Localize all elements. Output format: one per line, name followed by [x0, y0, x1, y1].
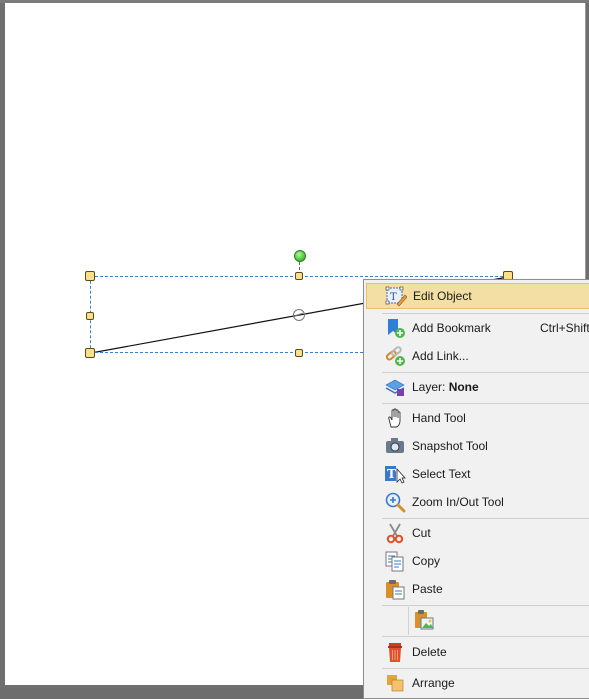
trash-icon — [383, 640, 407, 664]
menu-item-arrange[interactable]: Arrange — [366, 670, 589, 696]
copy-icon — [383, 549, 407, 573]
menu-separator — [382, 636, 589, 637]
menu-item-cut[interactable]: Cut — [366, 520, 589, 546]
menu-item-label: Zoom In/Out Tool — [412, 495, 504, 509]
menu-item-hand-tool[interactable]: Hand Tool — [366, 405, 589, 431]
add-link-icon — [383, 344, 407, 368]
camera-icon — [383, 434, 407, 458]
scissors-icon — [383, 521, 407, 545]
menu-item-label: Delete — [412, 645, 447, 659]
menu-separator — [382, 518, 589, 519]
submenu-divider — [408, 607, 409, 635]
menu-separator — [382, 403, 589, 404]
resize-handle-top[interactable] — [295, 272, 303, 280]
paste-icon — [383, 577, 407, 601]
menu-separator — [382, 313, 589, 314]
center-point-icon — [293, 309, 305, 321]
menu-item-layer[interactable]: Layer: None — [366, 374, 589, 400]
menu-item-shortcut: Ctrl+Shift — [540, 321, 589, 335]
menu-item-add-link[interactable]: Add Link... — [366, 343, 589, 369]
menu-item-label: Cut — [412, 526, 431, 540]
menu-item-label: Snapshot Tool — [412, 439, 488, 453]
select-text-icon: T — [383, 462, 407, 486]
paste-image-icon — [412, 608, 436, 632]
menu-item-paste[interactable]: Paste — [366, 576, 589, 602]
layer-label-value: None — [448, 380, 479, 394]
context-menu: T Edit Object Add Bookmark Ctrl+Shift Ad… — [363, 279, 589, 699]
arrange-icon — [383, 671, 407, 695]
menu-item-select-text[interactable]: T Select Text — [366, 461, 589, 487]
menu-item-paste-image[interactable] — [366, 607, 589, 633]
menu-item-label: Paste — [412, 582, 443, 596]
resize-handle-bottom-left[interactable] — [85, 348, 95, 358]
rotate-handle[interactable] — [294, 250, 306, 262]
menu-item-snapshot-tool[interactable]: Snapshot Tool — [366, 433, 589, 459]
edit-object-icon: T — [384, 284, 408, 308]
menu-item-add-bookmark[interactable]: Add Bookmark Ctrl+Shift — [366, 315, 589, 341]
menu-item-label: Copy — [412, 554, 441, 568]
menu-separator — [382, 668, 589, 669]
menu-item-label: Hand Tool — [412, 411, 466, 425]
resize-handle-left[interactable] — [86, 312, 94, 320]
menu-item-label: Add Bookmark — [412, 321, 491, 335]
hand-icon — [383, 406, 407, 430]
menu-item-zoom-tool[interactable]: Zoom In/Out Tool — [366, 489, 589, 515]
menu-item-delete[interactable]: Delete — [366, 639, 589, 665]
menu-separator — [382, 605, 589, 606]
resize-handle-top-left[interactable] — [85, 271, 95, 281]
zoom-icon — [383, 490, 407, 514]
menu-separator — [382, 372, 589, 373]
menu-item-label: Select Text — [412, 467, 471, 481]
menu-item-label: Add Link... — [412, 349, 469, 363]
layer-label-prefix: Layer: — [412, 380, 449, 394]
layer-icon — [383, 375, 407, 399]
menu-item-label: Edit Object — [413, 289, 472, 303]
svg-text:T: T — [390, 292, 397, 303]
resize-handle-bottom[interactable] — [295, 349, 303, 357]
menu-item-copy[interactable]: Copy — [366, 548, 589, 574]
menu-item-edit-object[interactable]: T Edit Object — [366, 283, 589, 309]
add-bookmark-icon — [383, 316, 407, 340]
menu-item-label: Layer: None — [412, 380, 479, 394]
svg-text:T: T — [387, 467, 396, 481]
